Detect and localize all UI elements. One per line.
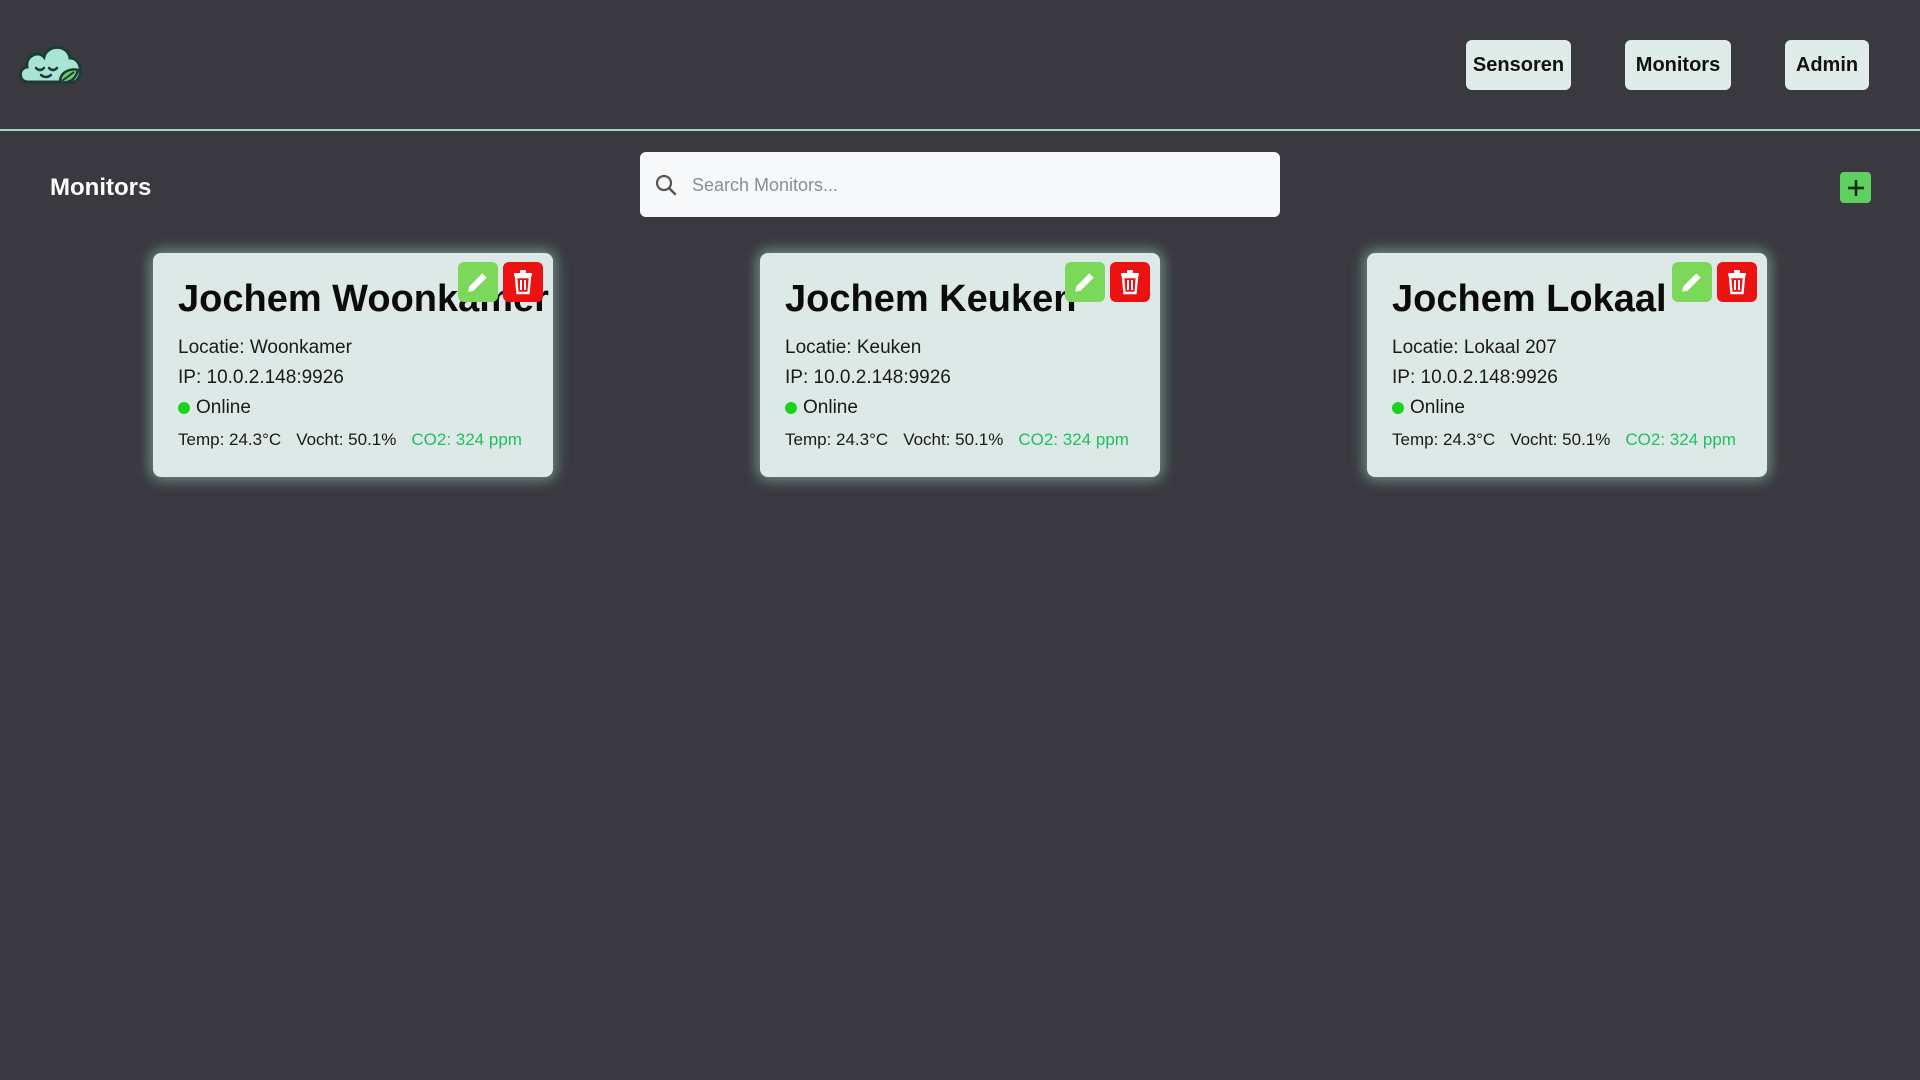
nav-admin-button[interactable]: Admin bbox=[1785, 40, 1869, 90]
monitor-card[interactable]: Jochem Keuken Locatie: Keuken IP: 10.0.2… bbox=[760, 253, 1160, 477]
edit-button[interactable] bbox=[1065, 262, 1105, 302]
humidity-reading: Vocht: 50.1% bbox=[903, 430, 1004, 449]
pencil-icon bbox=[1682, 273, 1701, 292]
delete-button[interactable] bbox=[503, 262, 543, 302]
header: Sensoren Monitors Admin bbox=[0, 0, 1920, 131]
monitor-location: Locatie: Woonkamer bbox=[178, 337, 352, 358]
co2-reading: CO2: 324 ppm bbox=[1018, 430, 1129, 449]
page-title: Monitors bbox=[50, 174, 152, 201]
nav-monitors-button[interactable]: Monitors bbox=[1625, 40, 1731, 90]
monitor-name: Jochem Keuken bbox=[785, 278, 1077, 320]
status-dot-icon bbox=[1392, 402, 1404, 414]
monitor-name: Jochem Lokaal bbox=[1392, 278, 1667, 320]
status-dot-icon bbox=[178, 402, 190, 414]
status-label: Online bbox=[196, 397, 251, 418]
cloud-leaf-logo-icon[interactable] bbox=[16, 38, 86, 90]
temperature-reading: Temp: 24.3°C bbox=[785, 430, 889, 449]
search-input[interactable] bbox=[690, 152, 1264, 219]
add-monitor-button[interactable] bbox=[1840, 172, 1871, 203]
status-label: Online bbox=[803, 397, 858, 418]
edit-button[interactable] bbox=[1672, 262, 1712, 302]
humidity-reading: Vocht: 50.1% bbox=[1510, 430, 1611, 449]
trash-icon bbox=[1728, 270, 1746, 295]
delete-button[interactable] bbox=[1110, 262, 1150, 302]
co2-reading: CO2: 324 ppm bbox=[411, 430, 522, 449]
monitor-card[interactable]: Jochem Woonkamer Locatie: Woonkamer IP: … bbox=[153, 253, 553, 477]
temperature-reading: Temp: 24.3°C bbox=[1392, 430, 1496, 449]
search-box bbox=[640, 152, 1280, 219]
monitor-status: Online bbox=[785, 397, 858, 419]
edit-button[interactable] bbox=[458, 262, 498, 302]
monitor-ip: IP: 10.0.2.148:9926 bbox=[785, 367, 951, 388]
readings: Temp: 24.3°C Vocht: 50.1% CO2: 324 ppm bbox=[1392, 430, 1751, 450]
monitor-ip: IP: 10.0.2.148:9926 bbox=[1392, 367, 1558, 388]
status-label: Online bbox=[1410, 397, 1465, 418]
monitor-location: Locatie: Keuken bbox=[785, 337, 922, 358]
readings: Temp: 24.3°C Vocht: 50.1% CO2: 324 ppm bbox=[785, 430, 1144, 450]
trash-icon bbox=[514, 270, 532, 295]
pencil-icon bbox=[468, 273, 487, 292]
nav-sensoren-button[interactable]: Sensoren bbox=[1466, 40, 1571, 90]
pencil-icon bbox=[1075, 273, 1094, 292]
plus-icon bbox=[1847, 179, 1864, 196]
co2-reading: CO2: 324 ppm bbox=[1625, 430, 1736, 449]
humidity-reading: Vocht: 50.1% bbox=[296, 430, 397, 449]
monitor-location: Locatie: Lokaal 207 bbox=[1392, 337, 1557, 358]
monitor-status: Online bbox=[1392, 397, 1465, 419]
trash-icon bbox=[1121, 270, 1139, 295]
monitor-status: Online bbox=[178, 397, 251, 419]
monitor-ip: IP: 10.0.2.148:9926 bbox=[178, 367, 344, 388]
readings: Temp: 24.3°C Vocht: 50.1% CO2: 324 ppm bbox=[178, 430, 537, 450]
delete-button[interactable] bbox=[1717, 262, 1757, 302]
temperature-reading: Temp: 24.3°C bbox=[178, 430, 282, 449]
status-dot-icon bbox=[785, 402, 797, 414]
monitor-card[interactable]: Jochem Lokaal Locatie: Lokaal 207 IP: 10… bbox=[1367, 253, 1767, 477]
search-icon bbox=[655, 174, 677, 196]
